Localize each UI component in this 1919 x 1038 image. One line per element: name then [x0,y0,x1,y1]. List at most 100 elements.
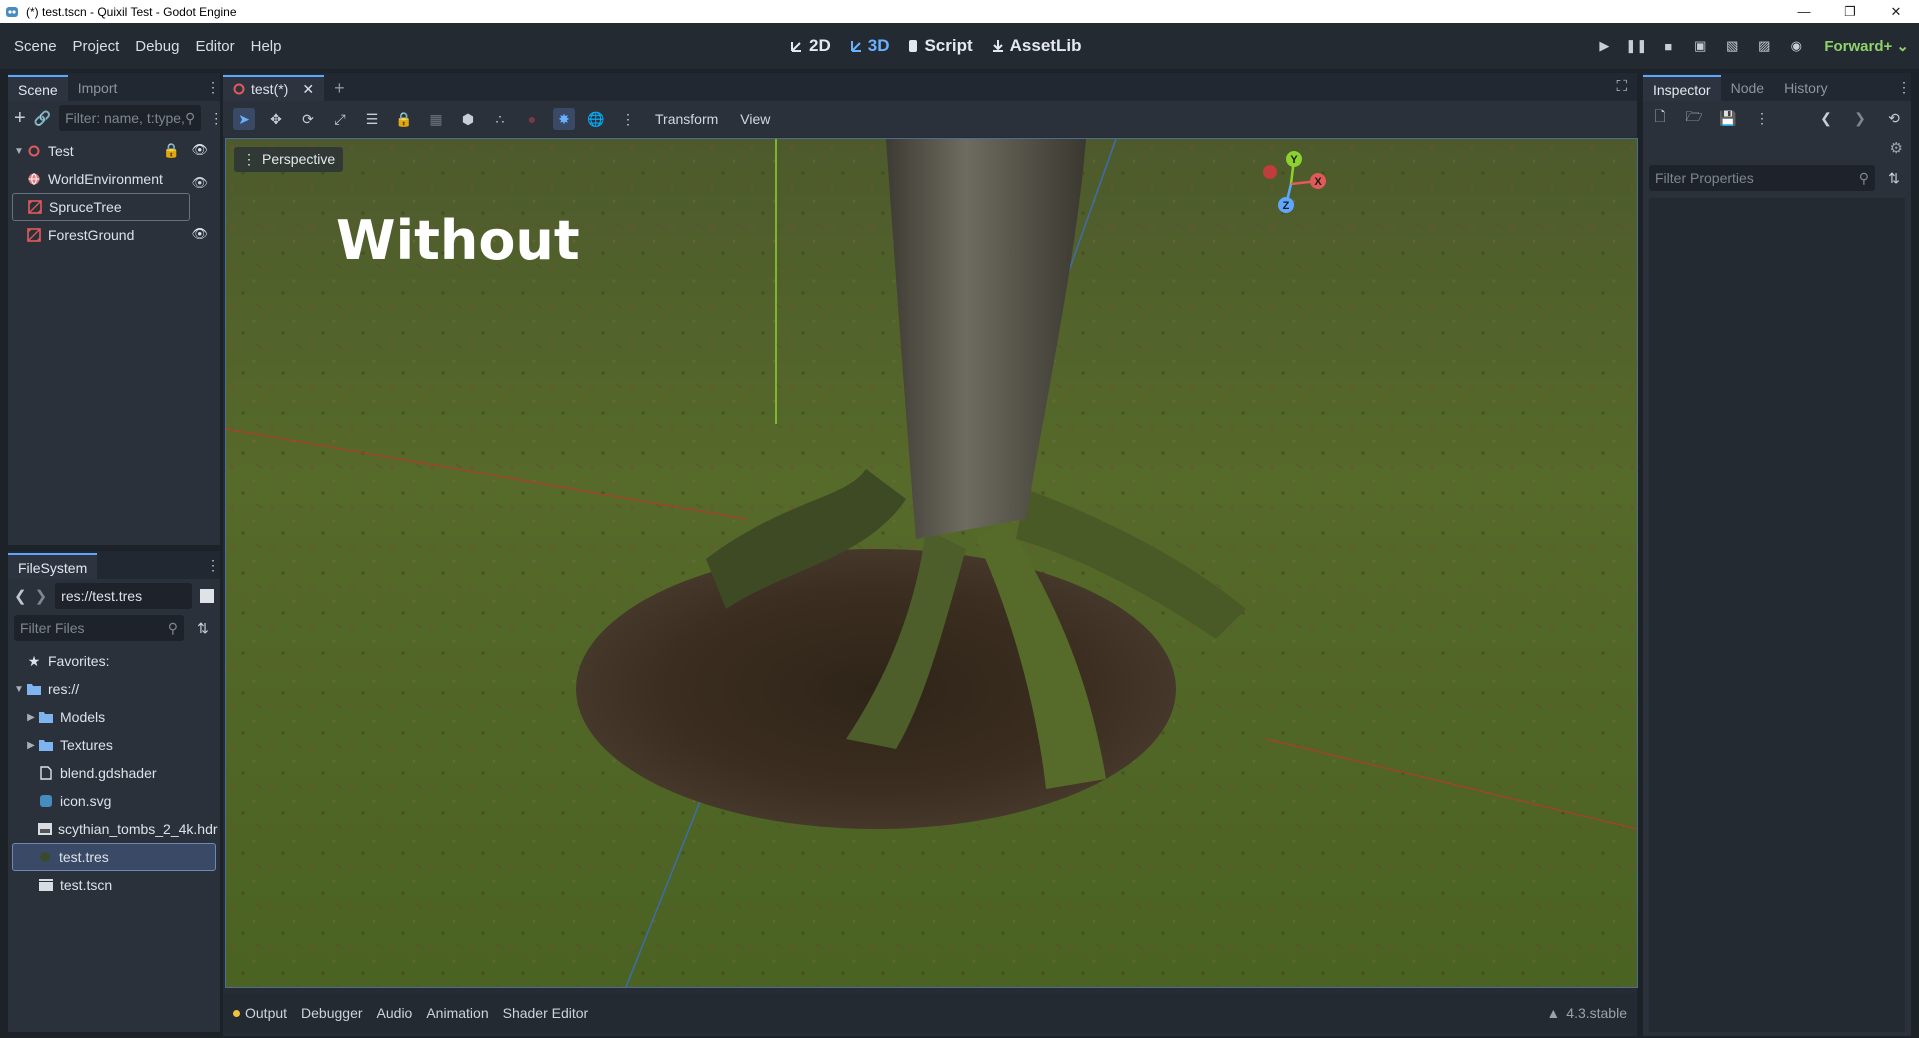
menu-project[interactable]: Project [65,38,128,55]
move-tool-icon[interactable]: ✥ [265,108,287,130]
folder-textures[interactable]: ▶ Textures [12,731,216,759]
file-test-tscn[interactable]: test.tscn [12,871,216,899]
inspector-sort-icon[interactable]: ⇅ [1883,167,1905,189]
tab-inspector[interactable]: Inspector [1643,75,1721,101]
workspace-3d-button[interactable]: 3D [849,36,889,56]
stop-icon[interactable]: ■ [1658,36,1678,56]
list-select-icon[interactable]: ☰ [361,108,383,130]
local-space-icon[interactable]: ⬢ [457,108,479,130]
visible-eye-icon[interactable]: 👁 [191,142,208,158]
save-resource-icon[interactable]: 💾 [1717,107,1739,129]
tab-audio[interactable]: Audio [377,1005,413,1021]
play-custom-scene-icon[interactable]: ▨ [1754,36,1774,56]
open-resource-icon[interactable]: 🗁 [1683,107,1705,129]
collapse-arrow-icon[interactable]: ▼ [12,146,26,157]
back-arrow-icon[interactable]: ❮ [14,587,27,605]
snap-icon[interactable]: ∴ [489,108,511,130]
tab-node[interactable]: Node [1721,75,1774,101]
collapse-arrow-icon[interactable]: ▼ [12,684,26,695]
menu-help[interactable]: Help [243,38,290,55]
lock-icon[interactable]: 🔒 [163,142,180,159]
object-history-icon[interactable]: ⟲ [1883,107,1905,129]
lock-icon[interactable]: 🔒 [393,108,415,130]
select-tool-icon[interactable]: ➤ [233,108,255,130]
new-resource-icon[interactable]: 🗋 [1649,107,1671,129]
toolbar-more-icon[interactable]: ⋮ [617,108,639,130]
object-properties-icon[interactable]: ⚙ [1890,139,1903,157]
workspace-2d-button[interactable]: 2D [790,36,831,56]
distraction-free-icon[interactable]: ⛶ [1616,78,1627,95]
play-scene-icon[interactable]: ▧ [1722,36,1742,56]
workspace-script-button[interactable]: Script [907,36,973,56]
minimize-icon[interactable]: — [1781,0,1827,23]
view-menu[interactable]: View [734,111,776,127]
scale-tool-icon[interactable]: ⤢ [329,108,351,130]
scene-dock-menu-icon[interactable]: ⋮ [206,79,220,96]
file-blend-gdshader[interactable]: blend.gdshader [12,759,216,787]
preview-sun-icon[interactable]: ● [521,108,543,130]
favorites-item[interactable]: ★ Favorites: [12,647,216,675]
file-icon-svg[interactable]: icon.svg [12,787,216,815]
tree-node-worldenvironment[interactable]: WorldEnvironment [12,165,216,193]
renderer-select[interactable]: Forward+ ⌄ [1824,37,1909,55]
orientation-gizmo[interactable]: Y X Z [1256,149,1326,219]
group-icon[interactable]: ▦ [425,108,447,130]
tab-history[interactable]: History [1774,75,1838,101]
inspector-menu-icon[interactable]: ⋮ [1897,79,1911,96]
tab-scene[interactable]: Scene [8,75,68,101]
play-icon[interactable]: ▶ [1594,36,1614,56]
menu-scene[interactable]: Scene [6,38,65,55]
history-back-icon[interactable]: ❮ [1815,107,1837,129]
viewport-menu-icon: ⋮ [242,151,256,167]
workspace-assetlib-button[interactable]: AssetLib [991,36,1081,56]
movie-maker-icon[interactable]: ◉ [1786,36,1806,56]
filesystem-menu-icon[interactable]: ⋮ [206,557,220,574]
tree-node-test[interactable]: ▼ Test 🔒 👁 [12,137,216,165]
visible-eye-icon[interactable]: 👁 [191,175,208,191]
folder-res[interactable]: ▼ res:// [12,675,216,703]
tab-test-scene[interactable]: test(*) ✕ [223,75,325,102]
environment-preview-icon[interactable]: ✸ [553,108,575,130]
3d-viewport[interactable]: ⋮ Perspective Without Y X Z [225,138,1638,988]
expand-arrow-icon[interactable]: ▶ [24,712,38,723]
tab-animation[interactable]: Animation [426,1005,488,1021]
remote-debug-icon[interactable]: ▣ [1690,36,1710,56]
close-tab-icon[interactable]: ✕ [302,76,314,102]
restore-icon[interactable]: ❐ [1827,0,1873,23]
bottom-panel-bar: Output Debugger Audio Animation Shader E… [223,993,1637,1033]
tab-debugger[interactable]: Debugger [301,1005,363,1021]
rotate-tool-icon[interactable]: ⟳ [297,108,319,130]
tab-output[interactable]: Output [233,1005,287,1021]
sort-icon[interactable]: ⇅ [192,617,214,639]
new-scene-tab-icon[interactable]: + [324,75,355,101]
resource-more-icon[interactable]: ⋮ [1751,107,1773,129]
tree-node-forestground[interactable]: ForestGround 👁 [12,221,216,249]
add-node-icon[interactable]: + [14,107,26,129]
instance-scene-icon[interactable]: 🔗 [34,107,51,129]
scene-options-icon[interactable]: ⋮ [209,107,223,129]
history-forward-icon[interactable]: ❯ [1849,107,1871,129]
tree-node-sprucetree[interactable]: SpruceTree [12,193,190,221]
file-test-tres[interactable]: test.tres [12,843,216,871]
file-hdr[interactable]: scythian_tombs_2_4k.hdr [12,815,218,843]
menu-editor[interactable]: Editor [187,38,242,55]
filter-properties-input[interactable]: Filter Properties ⚲ [1649,165,1875,191]
tab-import[interactable]: Import [68,75,128,101]
tab-shader-editor[interactable]: Shader Editor [503,1005,589,1021]
expand-arrow-icon[interactable]: ▶ [24,740,38,751]
globe-icon[interactable]: 🌐 [585,108,607,130]
folder-models[interactable]: ▶ Models [12,703,216,731]
toggle-split-icon[interactable] [200,589,214,603]
node3d-icon [233,83,245,95]
scene-filter-input[interactable]: Filter: name, t:type, ⚲ [59,105,202,131]
filter-files-input[interactable]: Filter Files ⚲ [14,615,184,641]
path-field[interactable]: res://test.tres [55,583,192,609]
transform-menu[interactable]: Transform [649,111,724,127]
close-icon[interactable]: ✕ [1873,0,1919,23]
forward-arrow-icon[interactable]: ❯ [35,587,48,605]
menu-debug[interactable]: Debug [127,38,187,55]
pause-icon[interactable]: ❚❚ [1625,36,1647,56]
tab-filesystem[interactable]: FileSystem [8,553,98,579]
perspective-menu[interactable]: ⋮ Perspective [234,147,344,172]
visible-eye-icon[interactable]: 👁 [191,226,208,242]
